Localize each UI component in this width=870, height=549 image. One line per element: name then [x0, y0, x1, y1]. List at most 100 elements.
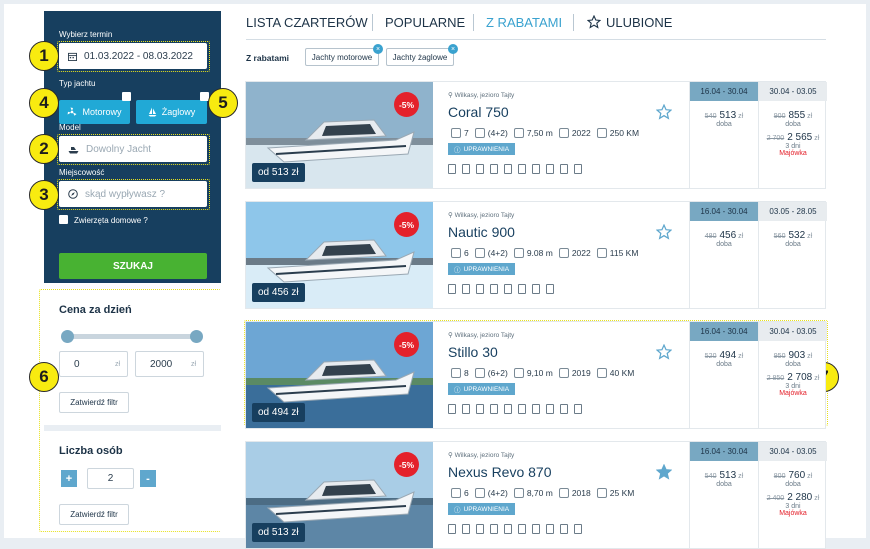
package-duration: 3 dni	[785, 143, 801, 150]
type-sail-button[interactable]: Żaglowy	[136, 100, 207, 124]
tab-discounts[interactable]: Z RABATAMI	[486, 15, 562, 30]
yacht-specs: 6 (4+2) 9.08 m 2022 115 KM	[448, 248, 638, 258]
price-period: doba	[785, 121, 801, 128]
price-slider-max-handle[interactable]	[190, 330, 203, 343]
yacht-photo[interactable]: -5% od 494 zł	[246, 322, 433, 428]
price-column-1[interactable]: 16.04 - 30.04 540 513 zł doba	[689, 442, 758, 548]
tabs-underline	[246, 39, 826, 40]
listing-card[interactable]: -5% od 456 zł ⚲ Wilkasy, jezioro Tajty N…	[245, 201, 827, 309]
listing-card[interactable]: -5% od 513 zł ⚲ Wilkasy, jezioro Tajty N…	[245, 441, 827, 549]
yacht-photo[interactable]: -5% od 513 zł	[246, 442, 433, 548]
price-value: 560 532 zł	[773, 230, 813, 241]
price-max-input[interactable]: 2000 zł	[135, 351, 204, 377]
people-plus-button[interactable]: +	[61, 470, 77, 487]
package-duration: 3 dni	[785, 503, 801, 510]
favorite-star-icon[interactable]	[656, 104, 672, 120]
price-column-1[interactable]: 16.04 - 30.04 480 456 zł doba	[689, 202, 758, 308]
length-icon	[513, 488, 524, 498]
remove-filter-icon[interactable]: ×	[373, 44, 383, 54]
price-slider-min-handle[interactable]	[61, 330, 74, 343]
tab-separator	[473, 14, 474, 31]
marker-1: 1	[29, 41, 59, 71]
price-period: doba	[716, 121, 732, 128]
berth-icon	[474, 248, 485, 258]
type-motor-checkbox[interactable]	[122, 92, 131, 101]
info-icon: ⓘ	[454, 147, 461, 154]
discount-badge: -5%	[394, 452, 419, 477]
favorite-star-icon[interactable]	[656, 224, 672, 240]
price-column-1[interactable]: 16.04 - 30.04 520 494 zł doba	[689, 322, 758, 428]
discount-badge: -5%	[394, 92, 419, 117]
marker-3: 3	[29, 180, 59, 210]
package-tag: Majówka	[779, 510, 807, 517]
favorite-star-filled-icon[interactable]	[656, 464, 672, 480]
place-label: Miejscowość	[59, 168, 105, 177]
filter-chip-motor[interactable]: Jachty motorowe ×	[305, 44, 383, 66]
discount-badge: -5%	[394, 212, 419, 237]
period-header: 03.05 - 28.05	[759, 202, 827, 221]
price-value-package: 2 400 2 280 zł	[766, 492, 820, 503]
price-column-1[interactable]: 16.04 - 30.04 540 513 zł doba	[689, 82, 758, 188]
price-value: 540 513 zł	[704, 470, 744, 481]
amenity-icon	[518, 524, 526, 534]
favorite-star-icon[interactable]	[656, 344, 672, 360]
marker-5: 5	[208, 88, 238, 118]
people-apply-button[interactable]: Zatwierdź filtr	[59, 504, 129, 525]
period-header: 30.04 - 03.05	[759, 82, 827, 101]
people-icon	[451, 248, 461, 258]
yacht-name[interactable]: Nexus Revo 870	[448, 464, 552, 480]
filter-chip-motor-label: Jachty motorowe	[311, 52, 373, 62]
price-slider[interactable]	[61, 330, 203, 343]
amenity-icon	[462, 524, 470, 534]
yacht-photo[interactable]: -5% od 456 zł	[246, 202, 433, 308]
price-apply-button[interactable]: Zatwierdź filtr	[59, 392, 129, 413]
price-value-package: 2 850 2 708 zł	[766, 372, 820, 383]
people-count-input[interactable]: 2	[87, 468, 134, 489]
amenity-icon	[476, 284, 484, 294]
length-icon	[513, 368, 524, 378]
tab-favorites[interactable]: ULUBIONE	[606, 15, 672, 30]
amenity-icon	[574, 164, 582, 174]
price-min-input[interactable]: 0 zł	[59, 351, 128, 377]
amenity-icon	[546, 164, 554, 174]
price-max-unit: zł	[190, 360, 196, 368]
type-motor-button[interactable]: Motorowy	[59, 100, 130, 124]
type-motor-label: Motorowy	[82, 107, 122, 117]
location-label: ⚲ Wilkasy, jezioro Tajty	[448, 452, 515, 459]
tab-popular[interactable]: POPULARNE	[385, 15, 465, 30]
yacht-year: 2018	[571, 488, 591, 498]
listing-card[interactable]: -5% od 513 zł ⚲ Wilkasy, jezioro Tajty C…	[245, 81, 827, 189]
listing-card[interactable]: -5% od 494 zł ⚲ Wilkasy, jezioro Tajty S…	[245, 321, 827, 429]
year-icon	[558, 128, 569, 138]
propeller-icon	[68, 107, 77, 116]
period-header: 16.04 - 30.04	[690, 442, 758, 461]
people-minus-button[interactable]: -	[140, 470, 156, 487]
yacht-name[interactable]: Nautic 900	[448, 224, 515, 240]
amenity-icon	[546, 404, 554, 414]
filter-chip-sail[interactable]: Jachty żaglowe ×	[386, 44, 458, 66]
price-column-2[interactable]: 03.05 - 28.05 560 532 zł doba	[758, 202, 827, 308]
price-from-label: od 513 zł	[252, 163, 305, 182]
pets-checkbox[interactable]	[59, 215, 68, 224]
people-count: 6	[464, 248, 469, 258]
price-column-2[interactable]: 30.04 - 03.05 800 760 zł doba 2 400 2 280 zł …	[758, 442, 827, 548]
yacht-photo[interactable]: -5% od 513 zł	[246, 82, 433, 188]
period-header: 30.04 - 03.05	[759, 322, 827, 341]
price-column-2[interactable]: 30.04 - 03.05 900 855 zł doba 2 700 2 565 zł …	[758, 82, 827, 188]
length-icon	[513, 128, 524, 138]
price-period: doba	[785, 241, 801, 248]
search-button[interactable]: SZUKAJ	[59, 253, 207, 279]
amenity-icon	[476, 404, 484, 414]
yacht-name[interactable]: Coral 750	[448, 104, 509, 120]
price-value-package: 2 700 2 565 zł	[766, 132, 820, 143]
pets-label: Zwierzęta domowe ?	[74, 216, 148, 225]
tab-charter-list[interactable]: LISTA CZARTERÓW	[246, 15, 368, 30]
price-period: doba	[785, 361, 801, 368]
amenity-icon	[560, 524, 568, 534]
remove-filter-icon[interactable]: ×	[448, 44, 458, 54]
yacht-name[interactable]: Stillo 30	[448, 344, 498, 360]
price-column-2[interactable]: 30.04 - 03.05 950 903 zł doba 2 850 2 708 zł …	[758, 322, 827, 428]
berth-icon	[474, 488, 485, 498]
location-pin-icon: ⚲	[448, 92, 455, 99]
people-filter-panel: Liczba osób + 2 - Zatwierdź filtr	[44, 431, 221, 531]
